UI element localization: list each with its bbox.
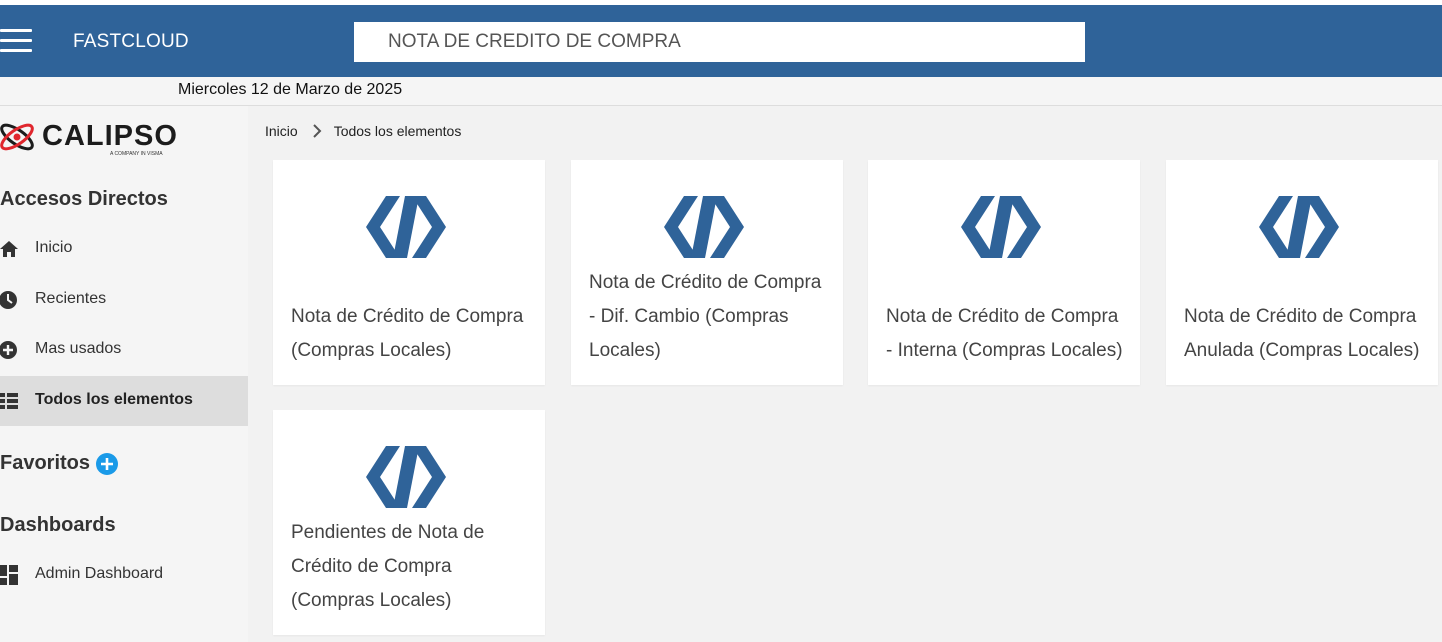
add-favorite-icon[interactable] [96, 453, 118, 475]
sidebar-item-label: Inicio [35, 239, 73, 256]
card-label: Nota de Crédito de Compra - Dif. Cambio … [589, 272, 822, 361]
card-nota-credito-compra-anulada[interactable]: Nota de Crédito de Compra Anulada (Compr… [1166, 160, 1438, 385]
card-label: Nota de Crédito de Compra - Interna (Com… [886, 306, 1123, 361]
chevron-right-icon [312, 124, 322, 138]
breadcrumb: Inicio Todos los elementos [265, 123, 461, 139]
code-brackets-icon [961, 196, 1041, 258]
code-brackets-icon [1259, 196, 1339, 258]
sidebar-item-todos-los-elementos[interactable]: Todos los elementos [0, 376, 248, 426]
sidebar-item-recientes[interactable]: Recientes [0, 275, 248, 325]
sidebar-item-label: Recientes [35, 290, 107, 307]
logo-wordmark: CALIPSO [42, 120, 178, 152]
sidebar-item-inicio[interactable]: Inicio [0, 224, 248, 274]
card-label: Pendientes de Nota de Crédito de Compra … [291, 522, 485, 611]
logo-tagline: A COMPANY IN VISMA [110, 151, 163, 157]
sidebar-item-label: Todos los elementos [35, 391, 193, 408]
sidebar-item-mas-usados[interactable]: Mas usados [0, 325, 248, 375]
calipso-logo[interactable]: CALIPSO A COMPANY IN VISMA [0, 120, 180, 160]
breadcrumb-current: Todos los elementos [333, 123, 462, 139]
sidebar: CALIPSO A COMPANY IN VISMA Accesos Direc… [0, 106, 248, 642]
code-brackets-icon [664, 196, 744, 258]
search-input[interactable] [354, 22, 1085, 62]
current-date: Miercoles 12 de Marzo de 2025 [178, 81, 403, 98]
calipso-atom-icon [0, 123, 34, 151]
code-brackets-icon [366, 446, 446, 508]
sidebar-item-label: Mas usados [35, 340, 122, 357]
card-label: Nota de Crédito de Compra Anulada (Compr… [1184, 306, 1420, 361]
card-label: Nota de Crédito de Compra (Compras Local… [291, 306, 524, 361]
card-pendientes-nota-credito-compra[interactable]: Pendientes de Nota de Crédito de Compra … [273, 410, 545, 635]
plus-circle-icon [0, 341, 17, 359]
card-nota-credito-compra-interna[interactable]: Nota de Crédito de Compra - Interna (Com… [868, 160, 1140, 385]
code-brackets-icon [366, 196, 446, 258]
dashboards-heading: Dashboards [0, 514, 116, 536]
top-bar: FASTCLOUD [0, 5, 1442, 77]
date-bar: Miercoles 12 de Marzo de 2025 [0, 77, 1442, 106]
sidebar-item-admin-dashboard[interactable]: Admin Dashboard [0, 550, 248, 600]
shortcuts-heading: Accesos Directos [0, 188, 168, 210]
sidebar-item-label: Admin Dashboard [35, 565, 164, 582]
clock-icon [0, 291, 17, 309]
card-nota-credito-compra-dif-cambio[interactable]: Nota de Crédito de Compra - Dif. Cambio … [571, 160, 843, 385]
main-content: Inicio Todos los elementos Nota de Crédit… [248, 106, 1442, 642]
dashboard-icon [0, 565, 18, 585]
hamburger-menu-icon[interactable] [0, 29, 32, 53]
card-nota-credito-compra[interactable]: Nota de Crédito de Compra (Compras Local… [273, 160, 545, 385]
app-title: FASTCLOUD [73, 31, 189, 52]
grid-icon [0, 393, 18, 409]
breadcrumb-home[interactable]: Inicio [265, 123, 298, 139]
home-icon [0, 241, 18, 257]
favorites-heading: Favoritos [0, 452, 91, 474]
